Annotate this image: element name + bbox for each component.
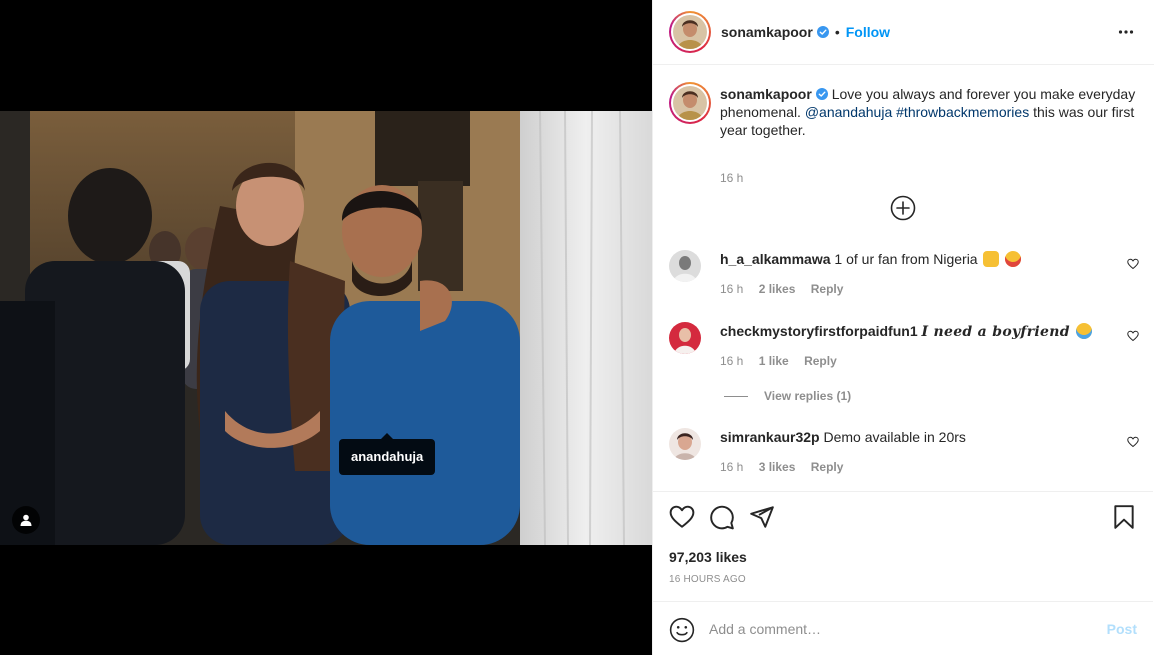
tagged-users-button[interactable] (12, 506, 40, 534)
profile-picture (673, 86, 707, 120)
replies-divider-line (724, 395, 748, 397)
verified-badge-icon (815, 88, 828, 100)
reply-button[interactable]: Reply (811, 460, 844, 474)
like-heart-icon[interactable] (669, 504, 695, 530)
action-bar (653, 492, 1153, 544)
comment-body: 𝑰 𝒏𝒆𝒆𝒅 𝒂 𝒃𝒐𝒚𝒇𝒓𝒊𝒆𝒏𝒅 (921, 324, 1070, 340)
more-options-icon[interactable] (1118, 24, 1134, 40)
reply-button[interactable]: Reply (811, 282, 844, 296)
emoji-crying-icon (1075, 323, 1092, 339)
post-photo[interactable] (0, 111, 652, 545)
comment-item: simrankaur32p Demo available in 20rs 16 … (669, 428, 1139, 484)
comment-timestamp[interactable]: 16 h (720, 354, 743, 368)
heart-icon[interactable] (1127, 436, 1139, 448)
share-send-icon[interactable] (749, 504, 775, 530)
load-more-comments-icon[interactable] (889, 194, 917, 222)
comment-body: Demo available in 20rs (823, 429, 966, 445)
comment-likes-count[interactable]: 1 like (759, 354, 789, 368)
caption-mention-link[interactable]: @anandahuja (805, 104, 892, 120)
emoji-praying-icon (983, 251, 1000, 267)
verified-badge-icon (816, 26, 829, 38)
emoji-smile-icon[interactable] (669, 617, 695, 643)
view-replies-button[interactable]: View replies (1) (724, 389, 851, 403)
reply-button[interactable]: Reply (804, 354, 837, 368)
post-timestamp[interactable]: 16 HOURS AGO (669, 574, 746, 585)
post-comment-button[interactable]: Post (1107, 621, 1137, 637)
comment-meta: 16 h 3 likes Reply (720, 460, 855, 474)
comment-likes-count[interactable]: 3 likes (759, 460, 796, 474)
comment-icon[interactable] (709, 504, 735, 530)
likes-count[interactable]: 97,203 likes (669, 549, 747, 565)
caption-avatar[interactable] (669, 82, 711, 124)
profile-picture (669, 250, 701, 282)
comment-text: checkmystoryfirstforpaidfun1 𝑰 𝒏𝒆𝒆𝒅 𝒂 𝒃𝒐… (720, 322, 1100, 341)
add-comment-bar: Post (653, 601, 1153, 655)
comment-text: simrankaur32p Demo available in 20rs (720, 428, 1100, 446)
heart-icon[interactable] (1127, 330, 1139, 342)
profile-picture (669, 322, 701, 354)
post-header: sonamkapoor • Follow (653, 0, 1154, 65)
comment-timestamp[interactable]: 16 h (720, 460, 743, 474)
avatar[interactable] (669, 11, 711, 53)
user-icon (20, 514, 32, 526)
commenter-avatar[interactable] (669, 428, 701, 460)
user-tag-tooltip[interactable]: anandahuja (339, 433, 436, 475)
comment-item: checkmystoryfirstforpaidfun1 𝑰 𝒏𝒆𝒆𝒅 𝒂 𝒃𝒐… (669, 322, 1139, 378)
post-media: anandahuja (0, 0, 652, 655)
profile-picture (673, 15, 707, 49)
caption-timestamp[interactable]: 16 h (720, 171, 743, 185)
comment-likes-count[interactable]: 2 likes (759, 282, 796, 296)
bookmark-icon[interactable] (1111, 504, 1137, 530)
comment-meta: 16 h 1 like Reply (720, 354, 849, 368)
commenter-avatar[interactable] (669, 250, 701, 282)
comment-text: h_a_alkammawa 1 of ur fan from Nigeria (720, 250, 1100, 268)
follow-button[interactable]: Follow (846, 24, 890, 40)
commenter-username[interactable]: checkmystoryfirstforpaidfun1 (720, 323, 918, 339)
emoji-star-struck-icon (1005, 251, 1022, 267)
separator-dot: • (834, 24, 840, 40)
post-details-panel: sonamkapoor • Follow sonamkapoor Love yo… (652, 0, 1154, 655)
commenter-username[interactable]: h_a_alkammawa (720, 251, 831, 267)
post-author-username[interactable]: sonamkapoor (721, 24, 813, 40)
commenter-avatar[interactable] (669, 322, 701, 354)
caption-hashtag-link[interactable]: #throwbackmemories (896, 104, 1029, 120)
comment-timestamp[interactable]: 16 h (720, 282, 743, 296)
caption-text: sonamkapoor Love you always and forever … (720, 85, 1140, 139)
view-replies-label: View replies (1) (764, 389, 852, 403)
comment-input[interactable] (709, 618, 1089, 640)
comment-meta: 16 h 2 likes Reply (720, 282, 855, 296)
profile-picture (669, 428, 701, 460)
heart-icon[interactable] (1127, 258, 1139, 270)
photo-illustration (0, 111, 652, 545)
comment-body: 1 of ur fan from Nigeria (834, 251, 978, 267)
comment-item: h_a_alkammawa 1 of ur fan from Nigeria 1… (669, 250, 1139, 306)
post-actions: 97,203 likes 16 HOURS AGO (653, 491, 1153, 585)
commenter-username[interactable]: simrankaur32p (720, 429, 820, 445)
comments-section[interactable]: sonamkapoor Love you always and forever … (653, 66, 1153, 491)
caption-username[interactable]: sonamkapoor (720, 86, 812, 102)
